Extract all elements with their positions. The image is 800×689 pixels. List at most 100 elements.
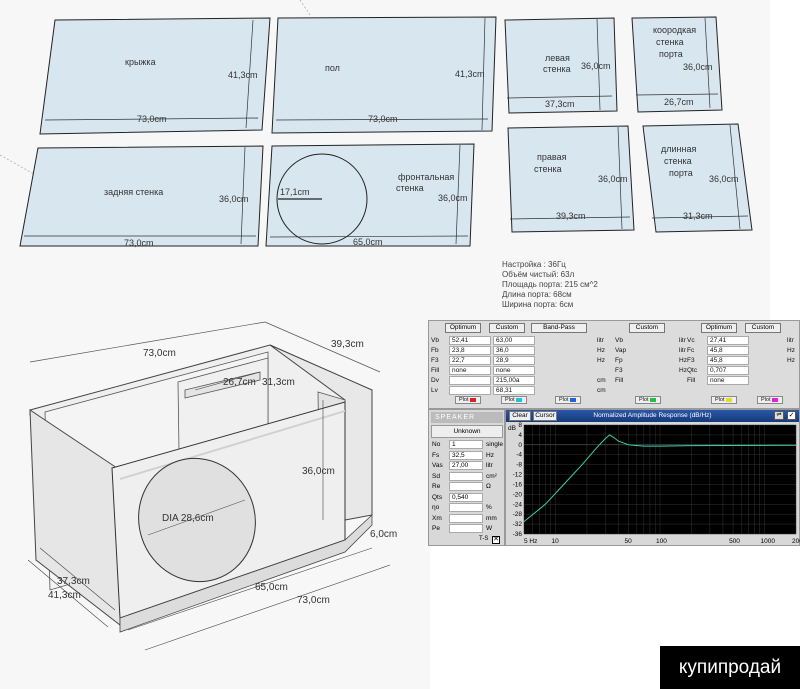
label-front-wall-2: стенка xyxy=(396,183,424,193)
calc-row-key: Vb xyxy=(615,337,623,344)
label-long-port-wall-3: порта xyxy=(669,168,693,178)
spec-port-length: Длина порта: 68см xyxy=(502,290,572,299)
speaker-param-unit: W xyxy=(486,525,493,532)
calc-value-optimum[interactable]: 45,8 xyxy=(707,356,749,365)
custom-button-2[interactable]: Custom xyxy=(629,323,665,333)
y-tick-label: -24 xyxy=(513,501,523,508)
custom-button[interactable]: Custom xyxy=(489,323,525,333)
calc-value-custom[interactable]: 63,00 xyxy=(493,336,535,345)
spec-tuning: Настройка : 36Гц xyxy=(502,260,566,269)
y-tick-label: 0 xyxy=(518,442,522,449)
x-tick-label: 100 xyxy=(656,538,667,545)
spec-volume: Объём чистый: 63л xyxy=(502,270,575,279)
speaker-param-unit: litr xyxy=(486,462,493,469)
speaker-param-value[interactable] xyxy=(449,471,483,481)
calc-value-optimum[interactable]: 27,41 xyxy=(707,336,749,345)
calc-value-optimum[interactable]: 45,8 xyxy=(707,346,749,355)
plot-button-3[interactable]: Plot xyxy=(555,396,581,404)
speaker-param-value[interactable] xyxy=(449,482,483,491)
calc-value-custom[interactable]: 215,00a xyxy=(493,376,535,385)
speaker-param-unit: mm xyxy=(486,514,497,522)
clear-button[interactable]: Clear xyxy=(509,411,531,421)
label-short-port-wall-2: стенка xyxy=(656,37,684,47)
plot-button-4[interactable]: Plot xyxy=(635,396,661,404)
speaker-param-key: Qts xyxy=(432,493,443,501)
custom-button-3[interactable]: Custom xyxy=(745,323,781,333)
speaker-panel: SPEAKER Unknown No 1 single Fs 32,5 Hz Vas 27,0… xyxy=(428,409,505,546)
calc-value-optimum[interactable]: none xyxy=(707,376,749,385)
calc-row-unit: cm xyxy=(597,387,606,394)
speaker-param-value[interactable] xyxy=(449,513,483,523)
spec-port-area: Площадь порта: 215 см^2 xyxy=(502,280,598,289)
calc-value-optimum[interactable]: 23,8 xyxy=(449,346,491,355)
speaker-param-key: ηo xyxy=(432,504,440,511)
speaker-name[interactable]: Unknown xyxy=(431,425,503,438)
calc-row-unit: Hz xyxy=(787,347,795,354)
calc-value-optimum[interactable]: 22,7 xyxy=(449,356,491,365)
speaker-param-value[interactable] xyxy=(449,503,483,512)
dim-back-wall-width: 73,0cm xyxy=(124,238,154,248)
specs-block: Настройка : 36Гц Объём чистый: 63л Площа… xyxy=(502,260,598,310)
plot-button-1[interactable]: Plot xyxy=(455,396,481,404)
calc-row-unit: litr xyxy=(787,337,794,344)
dim3d-height: 36,0cm xyxy=(302,466,335,477)
speaker-param-value[interactable]: 1 xyxy=(449,440,483,449)
speaker-logo: SPEAKER xyxy=(431,412,503,423)
optimum-button-3[interactable]: Optimum xyxy=(701,323,737,333)
speaker-param-value[interactable] xyxy=(449,524,483,533)
watermark: купипродай xyxy=(660,646,800,689)
calc-value-custom[interactable]: 28,9 xyxy=(493,356,535,365)
plot-button-2[interactable]: Plot xyxy=(501,396,527,404)
y-tick-label: 4 xyxy=(518,432,522,439)
dim-short-port-wall-width: 26,7cm xyxy=(664,97,694,107)
speaker-param-key: Pe xyxy=(432,525,440,532)
graph-options-icon[interactable]: ⇌ xyxy=(774,411,784,420)
panel-right-wall: правая стенка 39,3cm 36,0cm xyxy=(507,125,635,233)
plot-button-6[interactable]: Plot xyxy=(757,396,783,404)
optimum-button[interactable]: Optimum xyxy=(445,323,481,333)
calc-row-key: F3 xyxy=(615,367,623,374)
calc-value-custom[interactable]: 36,0 xyxy=(493,346,535,355)
calc-row-unit: Hz xyxy=(679,357,687,364)
label-long-port-wall-2: стенка xyxy=(664,156,692,166)
speaker-param-unit: % xyxy=(486,504,492,511)
dim3d-front-inner: 65,0cm xyxy=(255,582,288,593)
calc-row-key: Lv xyxy=(431,387,438,394)
speaker-param-value[interactable]: 0,540 xyxy=(449,492,483,502)
calc-row-key: Qtc xyxy=(687,367,698,374)
calc-value-optimum[interactable] xyxy=(449,386,491,395)
calc-value-custom[interactable]: 68,31 xyxy=(493,386,535,395)
dim-front-wall-height: 36,0cm xyxy=(438,193,468,203)
graph-check-icon[interactable]: ✓ xyxy=(787,411,796,420)
ts-checkbox[interactable]: ✕ xyxy=(492,536,500,544)
label-short-port-wall-1: коородкая xyxy=(653,25,696,35)
panel-back-wall: задняя стенка 73,0cm 36,0cm xyxy=(19,145,264,248)
dim-lid-height: 41,3cm xyxy=(228,70,258,80)
dim-left-wall-width: 37,3cm xyxy=(545,99,575,109)
plot-button-5[interactable]: Plot xyxy=(711,396,737,404)
calc-row-unit: Hz xyxy=(597,357,605,364)
speaker-param-value[interactable]: 27,00 xyxy=(449,461,483,470)
calc-value-optimum[interactable]: none xyxy=(449,366,491,375)
calc-row-unit: Hz xyxy=(787,357,795,364)
calc-value-optimum[interactable]: 0,707 xyxy=(707,366,749,375)
calc-row-key: Fill xyxy=(615,377,624,384)
calc-value-optimum[interactable] xyxy=(449,376,491,385)
bandpass-button[interactable]: Band-Pass xyxy=(531,323,587,333)
calc-row-key: Fill xyxy=(431,367,440,374)
calc-value-custom[interactable]: none xyxy=(493,366,535,375)
label-front-wall-1: фронтальная xyxy=(398,172,454,182)
calc-row-unit: litr xyxy=(597,337,604,344)
calc-value-optimum[interactable]: 52,41 xyxy=(449,336,491,345)
calc-row-key: Vap xyxy=(615,347,627,354)
speaker-param-value[interactable]: 32,5 xyxy=(449,450,483,460)
dim3d-dia: DIA 28,6cm xyxy=(162,513,214,524)
cursor-button[interactable]: Cursor xyxy=(533,411,557,421)
dim3d-top-width: 73,0cm xyxy=(143,348,176,359)
y-tick-label: -20 xyxy=(513,491,523,498)
y-tick-label: -8 xyxy=(516,462,522,469)
x-tick-label: 500 xyxy=(729,538,740,545)
speaker-param-key: Fs xyxy=(432,451,440,459)
calc-row-key: Vb xyxy=(431,337,439,344)
label-back-wall: задняя стенка xyxy=(104,187,163,197)
